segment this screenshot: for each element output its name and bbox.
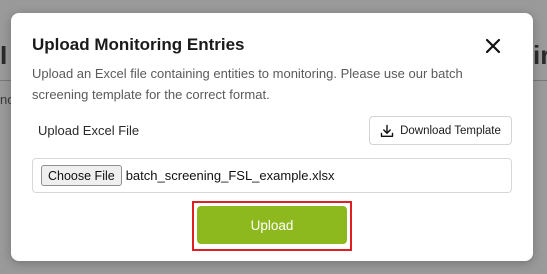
background-divider-right [533,80,547,81]
choose-file-button[interactable]: Choose File [41,165,122,186]
selected-file-name: batch_screening_FSL_example.xlsx [125,168,335,183]
download-template-button[interactable]: Download Template [369,116,512,145]
upload-button[interactable]: Upload [197,206,347,244]
modal-title: Upload Monitoring Entries [32,35,245,54]
upload-monitoring-modal: Upload Monitoring Entries Upload an Exce… [11,13,533,261]
close-button[interactable] [483,36,503,56]
modal-description: Upload an Excel file containing entities… [32,66,463,102]
file-input[interactable]: Choose File batch_screening_FSL_example.… [32,158,512,193]
download-template-label: Download Template [400,124,501,137]
background-title-fragment-right: ir [533,40,547,70]
upload-field-label: Upload Excel File [38,123,140,138]
close-icon [485,38,501,54]
download-icon [380,124,394,137]
